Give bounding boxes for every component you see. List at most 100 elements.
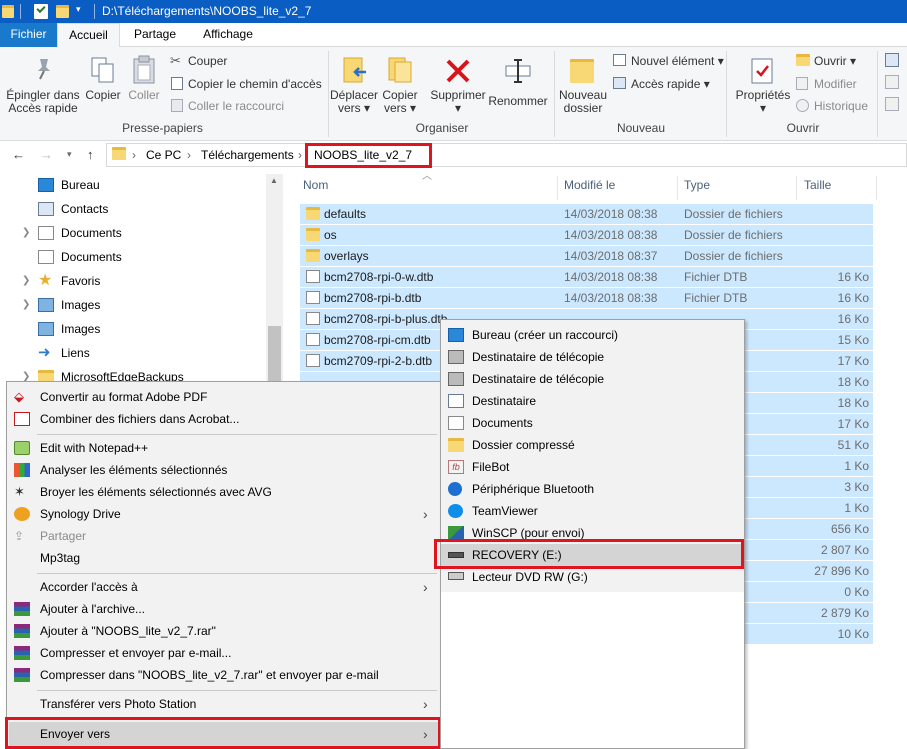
group-open-label: Ouvrir [786, 121, 820, 135]
scrollbar-thumb[interactable] [268, 326, 281, 382]
tree-scrollbar[interactable]: ▲ [266, 174, 283, 384]
column-divider[interactable] [876, 176, 877, 200]
scroll-up-icon[interactable]: ▲ [270, 176, 278, 185]
move-to-label: Déplacer vers ▾ [330, 88, 379, 115]
file-date: 14/03/2018 08:38 [564, 291, 658, 305]
winrar-icon [14, 624, 30, 638]
menu-item-mp3tag[interactable]: Mp3tag [7, 547, 441, 569]
tree-item-label: Bureau [61, 178, 100, 192]
file-size: 656 Ko [830, 522, 869, 536]
menu-item-combine-acrobat[interactable]: Combiner des fichiers dans Acrobat... [7, 408, 441, 430]
menu-separator [37, 434, 437, 435]
column-divider[interactable] [677, 176, 678, 200]
file-row[interactable]: overlays 14/03/2018 08:37 Dossier de fichi… [300, 246, 873, 267]
menu-item-shred[interactable]: ✶ Broyer les éléments sélectionnés avec A… [7, 481, 441, 503]
sendto-item-documents[interactable]: Documents [441, 412, 744, 434]
file-row[interactable]: defaults 14/03/2018 08:38 Dossier de fichi… [300, 204, 873, 225]
pin-quick-access-button[interactable]: Épingler dans Accès rapide [4, 51, 82, 117]
menu-item-compress-rar-email[interactable]: Compresser dans "NOOBS_lite_v2_7.rar" et… [7, 664, 441, 686]
copy-icon [90, 56, 116, 84]
properties-icon [750, 57, 774, 85]
properties-quick-icon[interactable] [34, 3, 48, 19]
documents-icon [38, 226, 54, 240]
tree-item-label: Images [61, 322, 101, 336]
sendto-item-desktop[interactable]: Bureau (créer un raccourci) [441, 324, 744, 346]
file-name: overlays [324, 249, 369, 263]
menu-item-synology[interactable]: Synology Drive › [7, 503, 441, 525]
sendto-item-teamviewer[interactable]: TeamViewer [441, 500, 744, 522]
file-size: 18 Ko [837, 396, 869, 410]
sendto-item-filebot[interactable]: fb FileBot [441, 456, 744, 478]
expand-chevron-icon[interactable]: ❯ [22, 269, 30, 293]
sendto-item-fax[interactable]: Destinataire de télécopie [441, 346, 744, 368]
link-arrow-icon: ➜ [38, 344, 51, 361]
column-divider[interactable] [796, 176, 797, 200]
ribbon-separator [726, 51, 727, 137]
tab-fichier[interactable]: Fichier [0, 23, 57, 47]
tab-partage[interactable]: Partage [120, 23, 190, 47]
menu-item-notepadpp[interactable]: Edit with Notepad++ [7, 437, 441, 459]
delete-button[interactable]: Supprimer ▾ [428, 51, 488, 117]
file-row[interactable]: bcm2708-rpi-0-w.dtb 14/03/2018 08:38 Fichi… [300, 267, 873, 288]
menu-item-share[interactable]: ⇪ Partager [7, 525, 441, 547]
menu-item-scan[interactable]: Analyser les éléments sélectionnés [7, 459, 441, 481]
up-arrow-icon[interactable]: ↑ [87, 147, 94, 162]
column-header-modified[interactable]: Modifié le [564, 170, 615, 200]
copy-to-button[interactable]: Copier vers ▾ [378, 51, 422, 117]
zip-folder-icon [448, 438, 464, 452]
select-all-icon[interactable] [885, 53, 899, 67]
menu-item-photo-station[interactable]: Transférer vers Photo Station › [7, 693, 441, 715]
invert-selection-icon[interactable] [885, 97, 899, 111]
recent-locations-chevron-icon[interactable]: ▾ [67, 149, 72, 160]
new-folder-button[interactable]: Nouveau dossier [558, 51, 608, 117]
column-header-size[interactable]: Taille [804, 170, 831, 200]
forward-arrow-icon[interactable]: → [40, 147, 53, 162]
sendto-item-fax[interactable]: Destinataire de télécopie [441, 368, 744, 390]
sendto-item-zip[interactable]: Dossier compressé [441, 434, 744, 456]
customize-toolbar-icon[interactable]: ▾ [76, 4, 81, 15]
menu-item-convert-pdf[interactable]: ⬙ Convertir au format Adobe PDF [7, 386, 441, 408]
menu-item-grant-access[interactable]: Accorder l'accès à › [7, 576, 441, 598]
file-date: 14/03/2018 08:37 [564, 249, 658, 263]
column-divider[interactable] [557, 176, 558, 200]
copy-button[interactable]: Copier [84, 51, 122, 117]
breadcrumb-current-folder[interactable]: NOOBS_lite_v2_7 [314, 148, 412, 162]
breadcrumb-telechargements[interactable]: Téléchargements [201, 148, 294, 162]
sendto-item-dvd-drive[interactable]: Lecteur DVD RW (G:) [441, 566, 744, 588]
group-organize-label: Organiser [415, 121, 469, 135]
file-name: bcm2708-rpi-0-w.dtb [324, 270, 434, 284]
tab-accueil[interactable]: Accueil [57, 23, 120, 48]
menu-item-compress-email[interactable]: Compresser et envoyer par e-mail... [7, 642, 441, 664]
file-row[interactable]: bcm2708-rpi-b.dtb 14/03/2018 08:38 Fichier… [300, 288, 873, 309]
menu-item-label: Destinataire de télécopie [472, 350, 605, 364]
select-none-icon[interactable] [885, 75, 899, 89]
paste-button[interactable]: Coller [124, 51, 164, 117]
tree-item-label: Documents [61, 226, 122, 240]
breadcrumb-ce-pc[interactable]: Ce PC [146, 148, 181, 162]
menu-item-add-rar[interactable]: Ajouter à "NOOBS_lite_v2_7.rar" [7, 620, 441, 642]
expand-chevron-icon[interactable]: ❯ [22, 221, 30, 245]
file-row[interactable]: os 14/03/2018 08:38 Dossier de fichiers [300, 225, 873, 246]
breadcrumb-separator: › [132, 148, 136, 162]
back-arrow-icon[interactable]: ← [12, 147, 25, 162]
menu-item-add-archive[interactable]: Ajouter à l'archive... [7, 598, 441, 620]
file-size: 16 Ko [837, 291, 869, 305]
rename-button[interactable]: Renommer [488, 51, 548, 117]
file-icon [306, 291, 320, 304]
pictures-icon [38, 298, 54, 312]
sendto-item-mail[interactable]: Destinataire [441, 390, 744, 412]
file-size: 2 807 Ko [820, 543, 869, 557]
column-header-type[interactable]: Type [684, 170, 710, 200]
column-header-name[interactable]: Nom [303, 170, 328, 200]
history-label: Historique [814, 99, 869, 113]
file-size: 16 Ko [837, 312, 869, 326]
tab-affichage[interactable]: Affichage [190, 23, 266, 47]
properties-button[interactable]: Propriétés ▾ [733, 51, 793, 117]
delete-x-icon [444, 57, 472, 85]
sendto-item-bluetooth[interactable]: Périphérique Bluetooth [441, 478, 744, 500]
file-name: bcm2709-rpi-2-b.dtb [324, 354, 433, 368]
expand-chevron-icon[interactable]: ❯ [22, 293, 30, 317]
winrar-icon [14, 668, 30, 682]
new-folder-quick-icon[interactable] [56, 4, 70, 19]
move-to-button[interactable]: Déplacer vers ▾ [330, 51, 378, 117]
